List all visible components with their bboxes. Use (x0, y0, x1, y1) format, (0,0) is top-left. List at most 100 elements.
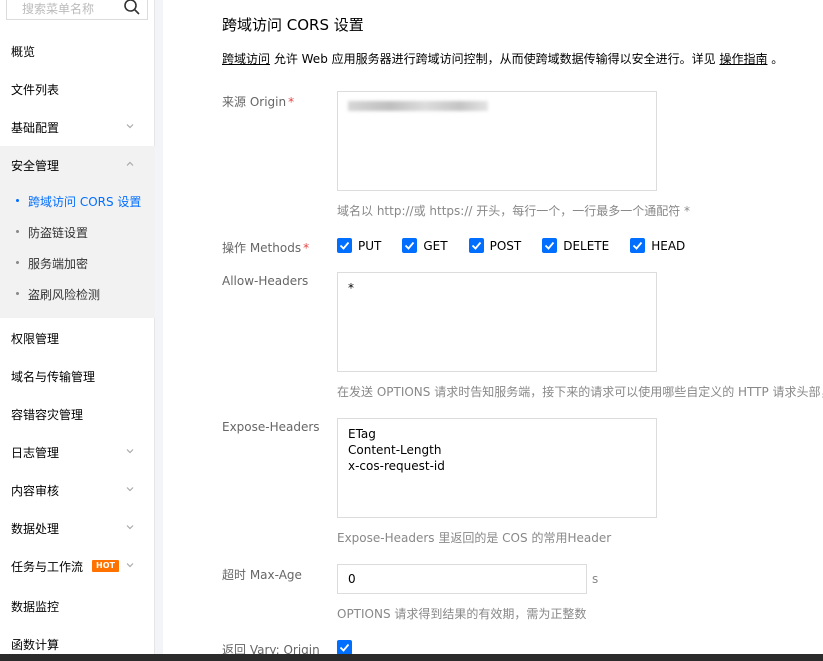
sidebar-item-disaster[interactable]: 容错容灾管理 (0, 395, 155, 433)
allow-headers-textarea[interactable]: * (337, 272, 657, 372)
required-mark: * (303, 241, 310, 255)
max-age-input[interactable]: 0 (337, 564, 587, 594)
main-content: 跨域访问 CORS 设置 跨域访问 允许 Web 应用服务器进行跨域访问控制，从… (163, 0, 823, 661)
sidebar-item-label: 域名与传输管理 (11, 369, 96, 384)
expose-headers-textarea[interactable]: ETag Content-Length x-cos-request-id (337, 418, 657, 518)
sidebar-item-label: 概览 (11, 44, 36, 59)
required-mark: * (288, 95, 295, 109)
method-post[interactable]: POST (468, 238, 522, 253)
checkbox-checked[interactable] (337, 238, 352, 253)
bullet-dot (16, 261, 19, 264)
origin-label: 来源 Origin * (222, 93, 294, 110)
sidebar-item-label: 函数计算 (11, 637, 60, 652)
checkbox-checked[interactable] (468, 238, 484, 253)
sidebar-item-label: 安全管理 (11, 158, 60, 173)
method-label: GET (423, 238, 448, 253)
origin-hint: 域名以 http://或 https:// 开头，每行一个，一行最多一个通配符 … (337, 204, 691, 218)
max-age-unit: s (592, 572, 599, 586)
bullet-dot (16, 199, 19, 202)
guide-link[interactable]: 操作指南 (719, 52, 767, 66)
methods-label-text: 操作 Methods (222, 241, 302, 255)
sidebar-item-domain[interactable]: 域名与传输管理 (0, 357, 155, 395)
check-icon (545, 241, 555, 250)
layout-divider (155, 0, 163, 661)
chevron-down-icon (126, 525, 134, 530)
method-head[interactable]: HEAD (630, 238, 685, 253)
bullet-dot (16, 292, 19, 295)
method-label: DELETE (563, 238, 610, 253)
sidebar-item-tasks[interactable]: 任务与工作流 HOT (0, 547, 155, 585)
sidebar-item-logs[interactable]: 日志管理 (0, 433, 155, 471)
check-icon (405, 241, 415, 250)
checkbox-checked[interactable] (402, 238, 418, 253)
check-icon (339, 241, 350, 250)
allow-headers-hint: 在发送 OPTIONS 请求时告知服务端，接下来的请求可以使用哪些自定义的 HT… (337, 385, 823, 399)
checkbox-checked[interactable] (542, 238, 558, 253)
sidebar: 搜索菜单名称 概览 文件列表 基础配置 安全管理 跨域访问 CORS 设置 防盗… (0, 0, 155, 661)
max-age-hint: OPTIONS 请求得到结果的有效期，需为正整数 (337, 607, 587, 621)
vary-checkbox[interactable] (337, 640, 358, 655)
sidebar-subitem-label: 防盗链设置 (28, 225, 89, 240)
methods-group: PUT GET POST DELETE HEAD (337, 238, 706, 253)
sidebar-subitem-encryption[interactable]: 服务端加密 (0, 248, 155, 278)
sidebar-subitem-label: 盗刷风险检测 (28, 287, 101, 302)
sidebar-item-monitoring[interactable]: 数据监控 (0, 587, 155, 625)
menu-search-input[interactable]: 搜索菜单名称 (6, 0, 148, 20)
cors-doc-link[interactable]: 跨域访问 (222, 52, 270, 66)
sidebar-item-label: 日志管理 (11, 445, 60, 460)
sidebar-subitem-label: 跨域访问 CORS 设置 (28, 194, 142, 209)
check-icon (471, 241, 481, 250)
origin-label-text: 来源 Origin (222, 95, 287, 109)
chevron-up-icon (126, 161, 134, 166)
sidebar-item-content-review[interactable]: 内容审核 (0, 471, 155, 509)
method-label: HEAD (651, 238, 686, 253)
sidebar-item-label: 内容审核 (11, 483, 60, 498)
chevron-down-icon (126, 124, 134, 129)
sidebar-subitem-cors[interactable]: 跨域访问 CORS 设置 (0, 186, 155, 216)
hot-badge: HOT (92, 560, 119, 572)
sidebar-item-data-processing[interactable]: 数据处理 (0, 509, 155, 547)
method-delete[interactable]: DELETE (542, 238, 609, 253)
chevron-down-icon (126, 563, 134, 568)
sidebar-item-label: 文件列表 (11, 82, 60, 97)
allow-headers-label: Allow-Headers (222, 274, 309, 288)
method-get[interactable]: GET (402, 238, 448, 253)
sidebar-subitem-hotlink[interactable]: 防盗链设置 (0, 217, 155, 247)
sidebar-item-label: 数据监控 (11, 599, 60, 614)
max-age-label: 超时 Max-Age (222, 568, 302, 582)
check-icon (339, 643, 350, 652)
description-end: 。 (767, 52, 784, 66)
sidebar-item-permissions[interactable]: 权限管理 (0, 319, 155, 357)
chevron-down-icon (126, 487, 134, 492)
checkbox-checked[interactable] (337, 640, 352, 655)
method-label: PUT (358, 238, 382, 253)
sidebar-subitem-risk[interactable]: 盗刷风险检测 (0, 279, 155, 309)
bottom-bar (0, 654, 823, 661)
chevron-down-icon (126, 449, 134, 454)
checkbox-checked[interactable] (630, 238, 646, 253)
sidebar-subitem-label: 服务端加密 (28, 256, 89, 271)
sidebar-item-overview[interactable]: 概览 (0, 32, 155, 70)
methods-label: 操作 Methods * (222, 239, 309, 256)
description-text: 允许 Web 应用服务器进行跨域访问控制，从而使跨域数据传输得以安全进行。详见 (270, 52, 720, 66)
sidebar-item-label: 数据处理 (11, 521, 60, 536)
sidebar-item-label: 基础配置 (11, 120, 60, 135)
expose-headers-hint: Expose-Headers 里返回的是 COS 的常用Header (337, 531, 612, 545)
sidebar-item-security[interactable]: 安全管理 (0, 146, 155, 184)
check-icon (633, 241, 643, 250)
sidebar-item-label: 容错容灾管理 (11, 407, 84, 422)
method-label: POST (489, 238, 522, 253)
redacted-origin-value (348, 101, 488, 111)
sidebar-item-label: 任务与工作流 (11, 559, 84, 574)
page-title: 跨域访问 CORS 设置 (222, 16, 364, 34)
expose-headers-label: Expose-Headers (222, 420, 320, 434)
origin-textarea[interactable] (337, 91, 657, 191)
search-placeholder: 搜索菜单名称 (22, 2, 95, 16)
method-put[interactable]: PUT (337, 238, 381, 253)
bullet-dot (16, 230, 19, 233)
sidebar-item-files[interactable]: 文件列表 (0, 70, 155, 108)
sidebar-item-label: 权限管理 (11, 331, 60, 346)
page-description: 跨域访问 允许 Web 应用服务器进行跨域访问控制，从而使跨域数据传输得以安全进… (222, 50, 783, 67)
sidebar-item-basic-config[interactable]: 基础配置 (0, 108, 155, 146)
search-icon[interactable] (123, 0, 141, 16)
